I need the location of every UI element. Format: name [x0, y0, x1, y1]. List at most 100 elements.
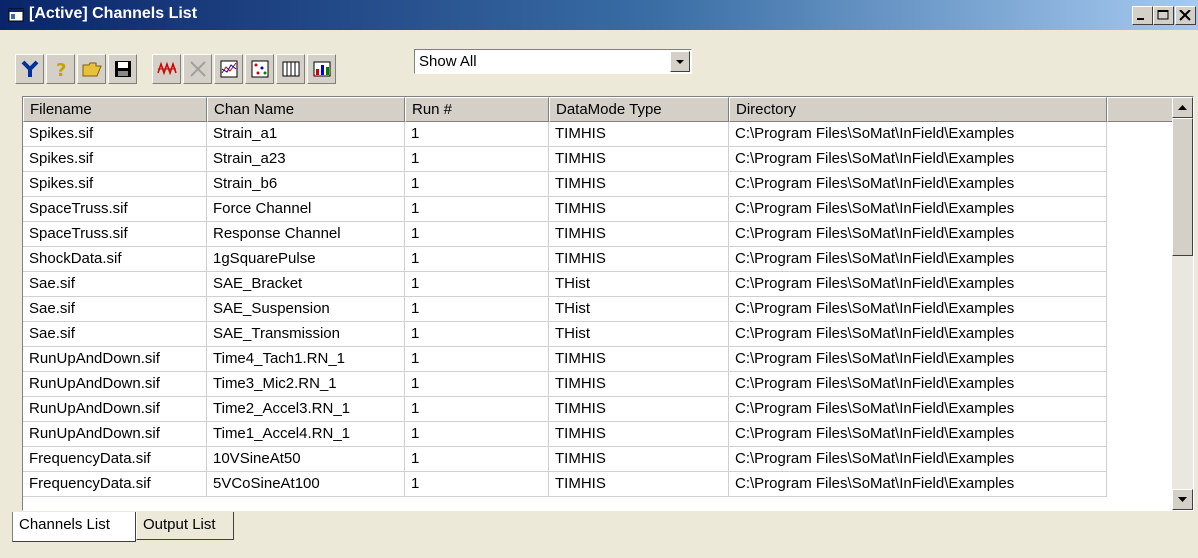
channels-table[interactable]: Filename Chan Name Run # DataMode Type D… [22, 96, 1194, 511]
cell-chan-name: Strain_a23 [207, 147, 405, 172]
cell-run: 1 [405, 122, 549, 147]
column-header-filename[interactable]: Filename [23, 97, 207, 122]
cell-datamode-type: TIMHIS [549, 122, 729, 147]
cell-filename: RunUpAndDown.sif [23, 422, 207, 447]
cell-filename: Spikes.sif [23, 147, 207, 172]
column-header-chan-name[interactable]: Chan Name [207, 97, 405, 122]
scroll-thumb[interactable] [1172, 118, 1193, 256]
cell-datamode-type: TIMHIS [549, 422, 729, 447]
cell-directory: C:\Program Files\SoMat\InField\Examples [729, 172, 1107, 197]
table-row[interactable]: Spikes.sif Strain_a23 1 TIMHIS C:\Program Fi… [23, 147, 1173, 172]
cell-datamode-type: TIMHIS [549, 222, 729, 247]
table-row[interactable]: Spikes.sif Strain_a1 1 TIMHIS C:\Program Fil… [23, 122, 1173, 147]
chevron-down-icon[interactable] [670, 51, 690, 72]
cell-directory: C:\Program Files\SoMat\InField\Examples [729, 447, 1107, 472]
cell-run: 1 [405, 472, 549, 497]
cell-run: 1 [405, 397, 549, 422]
cell-chan-name: SAE_Bracket [207, 272, 405, 297]
minimize-button[interactable] [1132, 6, 1153, 25]
cell-chan-name: Response Channel [207, 222, 405, 247]
table-row[interactable]: Sae.sif SAE_Suspension 1 THist C:\Program Fi… [23, 297, 1173, 322]
maximize-button[interactable] [1153, 6, 1174, 25]
cell-chan-name: Strain_b6 [207, 172, 405, 197]
waveform-icon[interactable] [152, 54, 181, 84]
cell-directory: C:\Program Files\SoMat\InField\Examples [729, 322, 1107, 347]
cell-chan-name: Force Channel [207, 197, 405, 222]
table-row[interactable]: RunUpAndDown.sif Time2_Accel3.RN_1 1 TIMHIS… [23, 397, 1173, 422]
cell-datamode-type: TIMHIS [549, 147, 729, 172]
cell-run: 1 [405, 322, 549, 347]
tab-channels-list[interactable]: Channels List [12, 512, 136, 542]
table-row[interactable]: Sae.sif SAE_Transmission 1 THist C:\Program … [23, 322, 1173, 347]
cell-filename: Spikes.sif [23, 172, 207, 197]
grid-icon[interactable] [276, 54, 305, 84]
cell-datamode-type: THist [549, 322, 729, 347]
stats-icon[interactable] [307, 54, 336, 84]
table-row[interactable]: RunUpAndDown.sif Time1_Accel4.RN_1 1 TIMHIS… [23, 422, 1173, 447]
cell-run: 1 [405, 172, 549, 197]
cell-datamode-type: TIMHIS [549, 172, 729, 197]
cell-run: 1 [405, 222, 549, 247]
cell-chan-name: Time1_Accel4.RN_1 [207, 422, 405, 447]
cell-directory: C:\Program Files\SoMat\InField\Examples [729, 247, 1107, 272]
cell-run: 1 [405, 447, 549, 472]
scroll-up-button[interactable] [1172, 97, 1193, 118]
cell-filename: Spikes.sif [23, 122, 207, 147]
table-row[interactable]: RunUpAndDown.sif Time4_Tach1.RN_1 1 TIMHIS C… [23, 347, 1173, 372]
cell-filename: ShockData.sif [23, 247, 207, 272]
cell-run: 1 [405, 347, 549, 372]
cell-filename: SpaceTruss.sif [23, 222, 207, 247]
column-header-datamode-type[interactable]: DataMode Type [549, 97, 729, 122]
cell-chan-name: Time2_Accel3.RN_1 [207, 397, 405, 422]
table-row[interactable]: ShockData.sif 1gSquarePulse 1 TIMHIS C:\Prog… [23, 247, 1173, 272]
cell-filename: Sae.sif [23, 297, 207, 322]
table-row[interactable]: Sae.sif SAE_Bracket 1 THist C:\Program Files… [23, 272, 1173, 297]
cell-run: 1 [405, 272, 549, 297]
cell-filename: RunUpAndDown.sif [23, 347, 207, 372]
table-row[interactable]: FrequencyData.sif 10VSineAt50 1 TIMHIS C:\Pr… [23, 447, 1173, 472]
delete-icon[interactable] [183, 54, 212, 84]
channels-list-window: [Active] Channels List ? Show All Filena… [0, 0, 1198, 558]
setup-icon[interactable] [15, 54, 44, 84]
scatter-icon[interactable] [245, 54, 274, 84]
table-row[interactable]: FrequencyData.sif 5VCoSineAt100 1 TIMHIS C:\… [23, 472, 1173, 497]
chart-icon[interactable] [214, 54, 243, 84]
cell-run: 1 [405, 422, 549, 447]
open-folder-icon[interactable] [77, 54, 106, 84]
help-icon[interactable]: ? [46, 54, 75, 84]
cell-filename: FrequencyData.sif [23, 447, 207, 472]
cell-run: 1 [405, 147, 549, 172]
vertical-scrollbar[interactable] [1172, 97, 1193, 510]
cell-datamode-type: TIMHIS [549, 397, 729, 422]
cell-filename: Sae.sif [23, 322, 207, 347]
column-header-directory[interactable]: Directory [729, 97, 1107, 122]
cell-chan-name: Time4_Tach1.RN_1 [207, 347, 405, 372]
column-header-run[interactable]: Run # [405, 97, 549, 122]
cell-directory: C:\Program Files\SoMat\InField\Examples [729, 372, 1107, 397]
title-bar[interactable]: [Active] Channels List [0, 0, 1198, 30]
cell-directory: C:\Program Files\SoMat\InField\Examples [729, 397, 1107, 422]
cell-run: 1 [405, 197, 549, 222]
table-row[interactable]: SpaceTruss.sif Force Channel 1 TIMHIS C:\Pro… [23, 197, 1173, 222]
cell-directory: C:\Program Files\SoMat\InField\Examples [729, 472, 1107, 497]
table-row[interactable]: Spikes.sif Strain_b6 1 TIMHIS C:\Program Fil… [23, 172, 1173, 197]
save-icon[interactable] [108, 54, 137, 84]
scroll-down-button[interactable] [1172, 489, 1193, 510]
cell-run: 1 [405, 247, 549, 272]
cell-directory: C:\Program Files\SoMat\InField\Examples [729, 297, 1107, 322]
cell-filename: RunUpAndDown.sif [23, 397, 207, 422]
cell-chan-name: Time3_Mic2.RN_1 [207, 372, 405, 397]
cell-directory: C:\Program Files\SoMat\InField\Examples [729, 422, 1107, 447]
cell-datamode-type: TIMHIS [549, 247, 729, 272]
filter-dropdown[interactable]: Show All [414, 49, 692, 74]
close-button[interactable] [1175, 6, 1196, 25]
cell-filename: RunUpAndDown.sif [23, 372, 207, 397]
svg-text:?: ? [56, 60, 66, 79]
cell-chan-name: SAE_Transmission [207, 322, 405, 347]
cell-chan-name: 1gSquarePulse [207, 247, 405, 272]
tab-output-list[interactable]: Output List [136, 512, 234, 540]
table-row[interactable]: RunUpAndDown.sif Time3_Mic2.RN_1 1 TIMHIS C:… [23, 372, 1173, 397]
table-row[interactable]: SpaceTruss.sif Response Channel 1 TIMHIS C:\… [23, 222, 1173, 247]
cell-chan-name: 5VCoSineAt100 [207, 472, 405, 497]
cell-directory: C:\Program Files\SoMat\InField\Examples [729, 222, 1107, 247]
